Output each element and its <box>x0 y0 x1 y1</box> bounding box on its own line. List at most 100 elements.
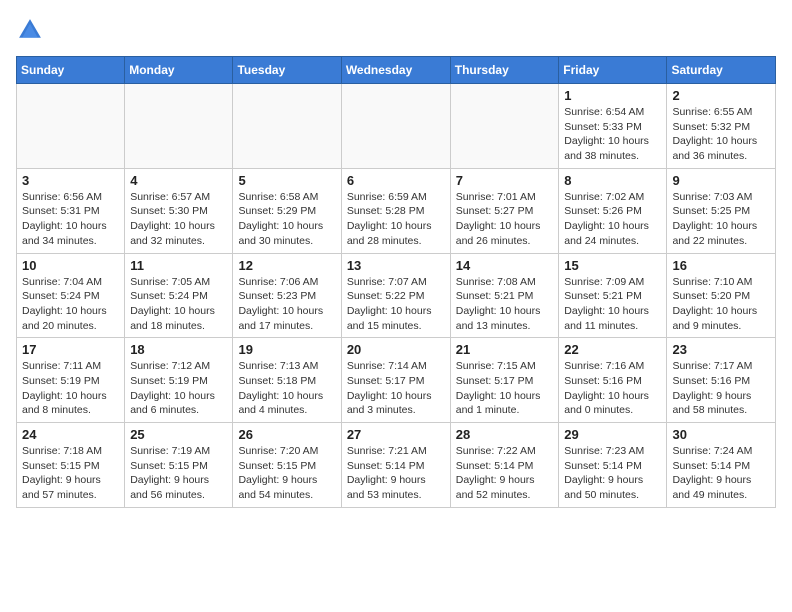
week-row-3: 10 Sunrise: 7:04 AM Sunset: 5:24 PM Dayli… <box>17 253 776 338</box>
day-number: 6 <box>347 173 445 188</box>
day-number: 25 <box>130 427 227 442</box>
day-number: 14 <box>456 258 554 273</box>
day-info: Sunrise: 7:10 AM Sunset: 5:20 PM Dayligh… <box>672 275 770 334</box>
day-info: Sunrise: 6:59 AM Sunset: 5:28 PM Dayligh… <box>347 190 445 249</box>
day-info: Sunrise: 7:19 AM Sunset: 5:15 PM Dayligh… <box>130 444 227 503</box>
day-header-monday: Monday <box>125 57 233 84</box>
calendar-cell: 25 Sunrise: 7:19 AM Sunset: 5:15 PM Dayli… <box>125 423 233 508</box>
day-info: Sunrise: 7:21 AM Sunset: 5:14 PM Dayligh… <box>347 444 445 503</box>
calendar-cell: 7Sunrise: 7:01 AM Sunset: 5:27 PM Daylig… <box>450 168 559 253</box>
day-header-sunday: Sunday <box>17 57 125 84</box>
calendar-cell: 28 Sunrise: 7:22 AM Sunset: 5:14 PM Dayli… <box>450 423 559 508</box>
calendar-cell: 6 Sunrise: 6:59 AM Sunset: 5:28 PM Daylig… <box>341 168 450 253</box>
day-header-friday: Friday <box>559 57 667 84</box>
day-info: Sunrise: 7:08 AM Sunset: 5:21 PM Dayligh… <box>456 275 554 334</box>
day-number: 22 <box>564 342 661 357</box>
day-info: Sunrise: 7:20 AM Sunset: 5:15 PM Dayligh… <box>238 444 335 503</box>
calendar-cell: 9 Sunrise: 7:03 AM Sunset: 5:25 PM Daylig… <box>667 168 776 253</box>
day-info: Sunrise: 7:14 AM Sunset: 5:17 PM Dayligh… <box>347 359 445 418</box>
calendar-cell: 23 Sunrise: 7:17 AM Sunset: 5:16 PM Dayli… <box>667 338 776 423</box>
day-info: Sunrise: 7:03 AM Sunset: 5:25 PM Dayligh… <box>672 190 770 249</box>
calendar-cell: 8 Sunrise: 7:02 AM Sunset: 5:26 PM Daylig… <box>559 168 667 253</box>
day-info: Sunrise: 7:24 AM Sunset: 5:14 PM Dayligh… <box>672 444 770 503</box>
day-info: Sunrise: 7:05 AM Sunset: 5:24 PM Dayligh… <box>130 275 227 334</box>
calendar-cell: 10 Sunrise: 7:04 AM Sunset: 5:24 PM Dayli… <box>17 253 125 338</box>
day-info: Sunrise: 6:57 AM Sunset: 5:30 PM Dayligh… <box>130 190 227 249</box>
logo-icon <box>16 16 44 44</box>
week-row-2: 3 Sunrise: 6:56 AM Sunset: 5:31 PM Daylig… <box>17 168 776 253</box>
calendar-cell: 27 Sunrise: 7:21 AM Sunset: 5:14 PM Dayli… <box>341 423 450 508</box>
day-number: 28 <box>456 427 554 442</box>
day-number: 5 <box>238 173 335 188</box>
day-info: Sunrise: 7:13 AM Sunset: 5:18 PM Dayligh… <box>238 359 335 418</box>
day-number: 18 <box>130 342 227 357</box>
calendar-cell <box>125 84 233 169</box>
calendar-cell <box>17 84 125 169</box>
day-info: Sunrise: 7:15 AM Sunset: 5:17 PM Dayligh… <box>456 359 554 418</box>
calendar-cell: 5 Sunrise: 6:58 AM Sunset: 5:29 PM Daylig… <box>233 168 341 253</box>
calendar-cell: 14 Sunrise: 7:08 AM Sunset: 5:21 PM Dayli… <box>450 253 559 338</box>
day-number: 16 <box>672 258 770 273</box>
calendar-cell: 3 Sunrise: 6:56 AM Sunset: 5:31 PM Daylig… <box>17 168 125 253</box>
calendar-cell: 30 Sunrise: 7:24 AM Sunset: 5:14 PM Dayli… <box>667 423 776 508</box>
day-number: 29 <box>564 427 661 442</box>
day-number: 30 <box>672 427 770 442</box>
day-info: Sunrise: 6:58 AM Sunset: 5:29 PM Dayligh… <box>238 190 335 249</box>
day-number: 2 <box>672 88 770 103</box>
day-number: 11 <box>130 258 227 273</box>
day-info: Sunrise: 7:04 AM Sunset: 5:24 PM Dayligh… <box>22 275 119 334</box>
day-info: Sunrise: 7:17 AM Sunset: 5:16 PM Dayligh… <box>672 359 770 418</box>
calendar-cell: 21 Sunrise: 7:15 AM Sunset: 5:17 PM Dayli… <box>450 338 559 423</box>
day-info: Sunrise: 7:07 AM Sunset: 5:22 PM Dayligh… <box>347 275 445 334</box>
day-number: 1 <box>564 88 661 103</box>
day-info: Sunrise: 7:16 AM Sunset: 5:16 PM Dayligh… <box>564 359 661 418</box>
calendar-header-row: SundayMondayTuesdayWednesdayThursdayFrid… <box>17 57 776 84</box>
calendar-cell: 22 Sunrise: 7:16 AM Sunset: 5:16 PM Dayli… <box>559 338 667 423</box>
calendar-cell: 24Sunrise: 7:18 AM Sunset: 5:15 PM Dayli… <box>17 423 125 508</box>
day-number: 15 <box>564 258 661 273</box>
day-number: 9 <box>672 173 770 188</box>
day-number: 24 <box>22 427 119 442</box>
day-info: Sunrise: 6:56 AM Sunset: 5:31 PM Dayligh… <box>22 190 119 249</box>
calendar-cell: 17Sunrise: 7:11 AM Sunset: 5:19 PM Dayli… <box>17 338 125 423</box>
day-info: Sunrise: 7:02 AM Sunset: 5:26 PM Dayligh… <box>564 190 661 249</box>
day-header-saturday: Saturday <box>667 57 776 84</box>
logo <box>16 16 48 44</box>
day-info: Sunrise: 6:54 AM Sunset: 5:33 PM Dayligh… <box>564 105 661 164</box>
day-header-wednesday: Wednesday <box>341 57 450 84</box>
calendar-cell: 11 Sunrise: 7:05 AM Sunset: 5:24 PM Dayli… <box>125 253 233 338</box>
day-info: Sunrise: 6:55 AM Sunset: 5:32 PM Dayligh… <box>672 105 770 164</box>
day-header-thursday: Thursday <box>450 57 559 84</box>
calendar-cell: 2 Sunrise: 6:55 AM Sunset: 5:32 PM Daylig… <box>667 84 776 169</box>
calendar-cell: 26 Sunrise: 7:20 AM Sunset: 5:15 PM Dayli… <box>233 423 341 508</box>
calendar-cell <box>450 84 559 169</box>
day-number: 13 <box>347 258 445 273</box>
day-number: 27 <box>347 427 445 442</box>
calendar-cell: 13 Sunrise: 7:07 AM Sunset: 5:22 PM Dayli… <box>341 253 450 338</box>
calendar-cell: 1 Sunrise: 6:54 AM Sunset: 5:33 PM Daylig… <box>559 84 667 169</box>
day-info: Sunrise: 7:12 AM Sunset: 5:19 PM Dayligh… <box>130 359 227 418</box>
day-number: 3 <box>22 173 119 188</box>
calendar-cell: 18 Sunrise: 7:12 AM Sunset: 5:19 PM Dayli… <box>125 338 233 423</box>
day-number: 10 <box>22 258 119 273</box>
day-number: 23 <box>672 342 770 357</box>
calendar-cell: 19Sunrise: 7:13 AM Sunset: 5:18 PM Dayli… <box>233 338 341 423</box>
day-number: 21 <box>456 342 554 357</box>
week-row-5: 24Sunrise: 7:18 AM Sunset: 5:15 PM Dayli… <box>17 423 776 508</box>
day-number: 20 <box>347 342 445 357</box>
day-info: Sunrise: 7:22 AM Sunset: 5:14 PM Dayligh… <box>456 444 554 503</box>
day-number: 4 <box>130 173 227 188</box>
day-number: 26 <box>238 427 335 442</box>
day-number: 17 <box>22 342 119 357</box>
day-info: Sunrise: 7:01 AM Sunset: 5:27 PM Dayligh… <box>456 190 554 249</box>
day-info: Sunrise: 7:06 AM Sunset: 5:23 PM Dayligh… <box>238 275 335 334</box>
calendar-cell: 15 Sunrise: 7:09 AM Sunset: 5:21 PM Dayli… <box>559 253 667 338</box>
day-info: Sunrise: 7:09 AM Sunset: 5:21 PM Dayligh… <box>564 275 661 334</box>
day-info: Sunrise: 7:23 AM Sunset: 5:14 PM Dayligh… <box>564 444 661 503</box>
calendar-cell: 16 Sunrise: 7:10 AM Sunset: 5:20 PM Dayli… <box>667 253 776 338</box>
week-row-4: 17Sunrise: 7:11 AM Sunset: 5:19 PM Dayli… <box>17 338 776 423</box>
calendar-cell: 12Sunrise: 7:06 AM Sunset: 5:23 PM Dayli… <box>233 253 341 338</box>
day-number: 8 <box>564 173 661 188</box>
calendar-cell <box>341 84 450 169</box>
calendar-cell: 4 Sunrise: 6:57 AM Sunset: 5:30 PM Daylig… <box>125 168 233 253</box>
